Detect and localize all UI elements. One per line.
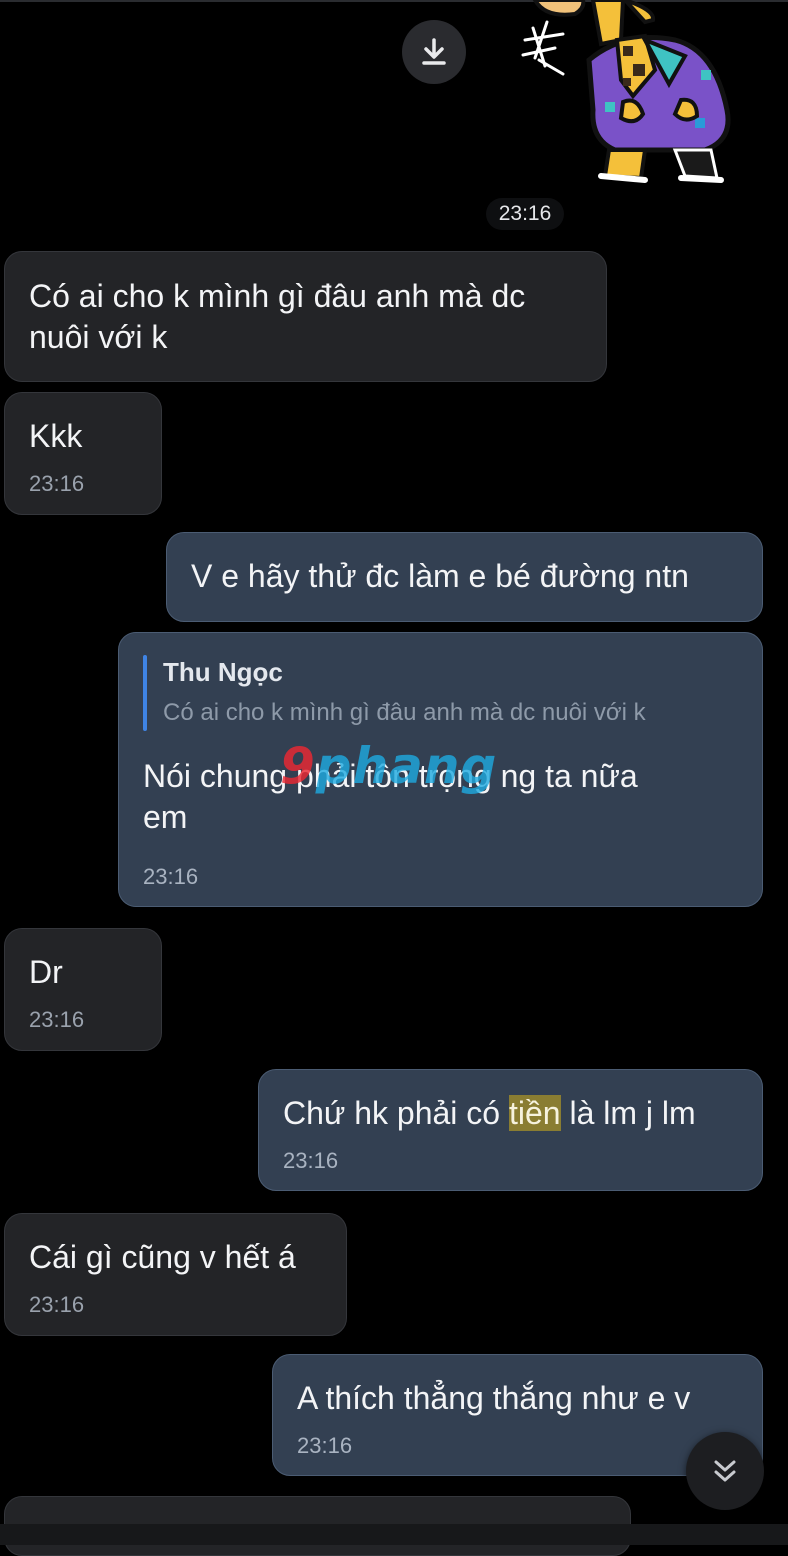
message-timestamp: 23:16	[143, 864, 199, 889]
giraffe-sticker[interactable]	[505, 0, 755, 190]
message-bubble-incoming[interactable]: Dr 23:16	[4, 928, 162, 1051]
message-text: nuôi với k	[29, 319, 168, 355]
message-text: Nói chung phải tôn trọng ng ta nữa	[143, 758, 638, 794]
download-icon	[422, 38, 446, 65]
message-text: Có ai cho k mình gì đâu anh mà dc	[29, 278, 526, 314]
message-bubble-incoming[interactable]: Kkk 23:16	[4, 392, 162, 515]
message-text: em	[143, 799, 188, 835]
message-bubble-incoming[interactable]: Cái gì cũng v hết á 23:16	[4, 1213, 347, 1336]
download-button[interactable]	[402, 20, 466, 84]
message-text: Chứ hk phải có tiền là lm j lm	[283, 1095, 696, 1131]
message-timestamp: 23:16	[29, 1007, 85, 1032]
message-timestamp: 23:16	[283, 1148, 339, 1173]
message-bubble-outgoing[interactable]: V e hãy thử đc làm e bé đường ntn	[166, 532, 763, 622]
message-timestamp: 23:16	[29, 1292, 85, 1317]
search-highlight: tiền	[508, 1095, 561, 1131]
message-timestamp: 23:16	[297, 1433, 353, 1458]
reply-quote-text[interactable]: Có ai cho k mình gì đâu anh mà dc nuôi v…	[163, 699, 646, 727]
reply-quote-bar	[143, 655, 147, 731]
bottom-bar	[0, 1524, 788, 1545]
message-timestamp: 23:16	[29, 471, 85, 496]
message-text: V e hãy thử đc làm e bé đường ntn	[191, 558, 689, 594]
message-bubble-outgoing[interactable]: Chứ hk phải có tiền là lm j lm 23:16	[258, 1069, 763, 1191]
double-chevron-down-icon	[714, 1460, 736, 1482]
sticker-timestamp: 23:16	[486, 198, 564, 230]
reply-quote-name[interactable]: Thu Ngọc	[163, 657, 283, 688]
message-text: A thích thẳng thắng như e v	[297, 1380, 691, 1416]
message-text: Kkk	[29, 418, 83, 454]
message-bubble-incoming[interactable]: Có ai cho k mình gì đâu anh mà dc nuôi v…	[4, 251, 607, 382]
scroll-to-bottom-button[interactable]	[686, 1432, 764, 1510]
message-text: Dr	[29, 954, 63, 990]
message-text: Cái gì cũng v hết á	[29, 1239, 296, 1275]
message-bubble-outgoing-reply[interactable]: Thu Ngọc Có ai cho k mình gì đâu anh mà …	[118, 632, 763, 907]
